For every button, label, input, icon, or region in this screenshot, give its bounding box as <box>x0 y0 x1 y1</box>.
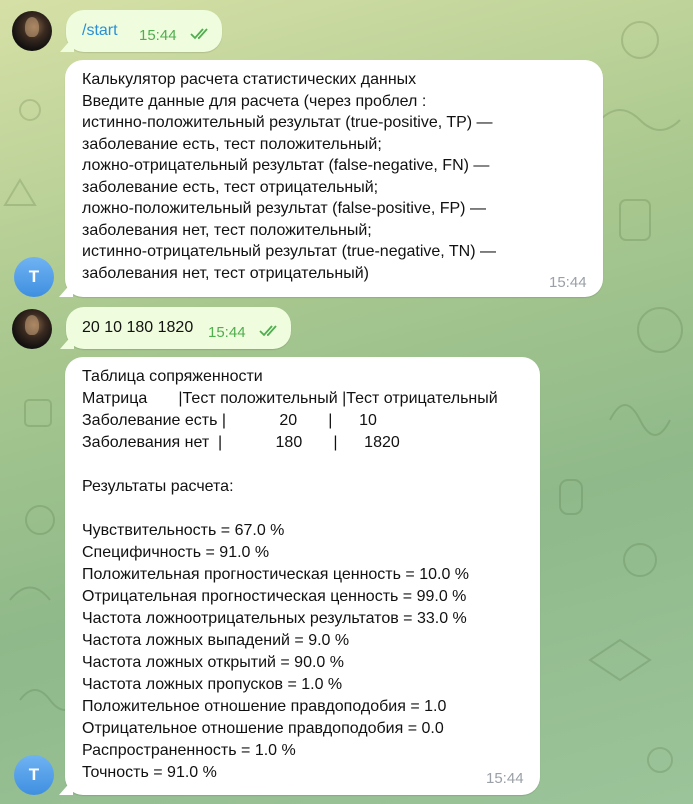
message-line: Частота ложных открытий = 90.0 % <box>82 654 344 671</box>
message-line: ложно-отрицательный результат (false-neg… <box>82 157 490 174</box>
message-line <box>82 498 498 520</box>
incoming-message[interactable]: Калькулятор расчета статистических данны… <box>59 60 603 297</box>
message-line: Таблица сопряженности <box>82 368 263 385</box>
message-line: заболевание есть, тест отрицательный; <box>82 178 379 196</box>
outgoing-message[interactable]: /start 15:44 <box>60 10 222 52</box>
bot-avatar[interactable]: T <box>14 257 54 297</box>
message-line: Специфичность = 91.0 % <box>82 544 270 561</box>
bot-avatar[interactable]: T <box>14 755 54 795</box>
message-line: Калькулятор расчета статистических данны… <box>82 71 417 88</box>
message-line: ложно-положительный результат (false-pos… <box>82 200 486 217</box>
message-line: Введите данные для расчета (через пробле… <box>82 92 427 110</box>
message-text: /start <box>82 22 118 39</box>
message-line: Частота ложноотрицательных результатов =… <box>82 610 467 627</box>
user-avatar[interactable] <box>12 309 52 349</box>
bubble-tail <box>59 281 73 297</box>
bubble-tail <box>60 333 74 349</box>
message-line: Распространенность = 1.0 % <box>82 742 296 759</box>
message-time: 15:44 <box>486 770 524 787</box>
message-line: заболевания нет, тест отрицательный) <box>82 264 369 282</box>
message-line: Результаты расчета: <box>82 478 234 495</box>
bubble-tail <box>59 779 73 795</box>
message-time: 15:44 <box>139 27 177 44</box>
message-line: Матрица |Тест положительный |Тест отрица… <box>82 390 498 407</box>
bubble-tail <box>60 36 74 52</box>
double-check-icon <box>190 28 208 40</box>
message-line: Частота ложных пропусков = 1.0 % <box>82 676 343 693</box>
message-time: 15:44 <box>549 274 587 291</box>
message-line: заболевания нет, тест положительный; <box>82 221 372 239</box>
message-line: Отрицательная прогностическая ценность =… <box>82 588 467 605</box>
message-line <box>82 454 498 476</box>
message-line: Частота ложных выпадений = 9.0 % <box>82 632 350 649</box>
message-line: Чувствительность = 67.0 % <box>82 522 285 539</box>
message-text: Таблица сопряженности Матрица |Тест поло… <box>82 366 498 784</box>
message-line: Положительная прогностическая ценность =… <box>82 566 470 583</box>
message-line: Положительное отношение правдоподобия = … <box>82 698 447 715</box>
outgoing-message[interactable]: 20 10 180 1820 15:44 <box>60 307 291 349</box>
message-line: Заболевания нет | 180 | 1820 <box>82 434 400 451</box>
double-check-icon <box>259 325 277 337</box>
message-time: 15:44 <box>208 324 246 341</box>
message-line: истинно-отрицательный результат (true-ne… <box>82 243 496 260</box>
message-line: Заболевание есть | 20 | 10 <box>82 412 377 429</box>
message-line: заболевание есть, тест положительный; <box>82 135 382 153</box>
message-text: Калькулятор расчета статистических данны… <box>82 69 496 284</box>
incoming-message[interactable]: Таблица сопряженности Матрица |Тест поло… <box>59 357 540 795</box>
user-avatar[interactable] <box>12 11 52 51</box>
message-line: истинно-положительный результат (true-po… <box>82 114 493 131</box>
message-line: Отрицательное отношение правдоподобия = … <box>82 720 444 737</box>
message-text: 20 10 180 1820 <box>82 319 194 336</box>
message-line: Точность = 91.0 % <box>82 764 217 781</box>
